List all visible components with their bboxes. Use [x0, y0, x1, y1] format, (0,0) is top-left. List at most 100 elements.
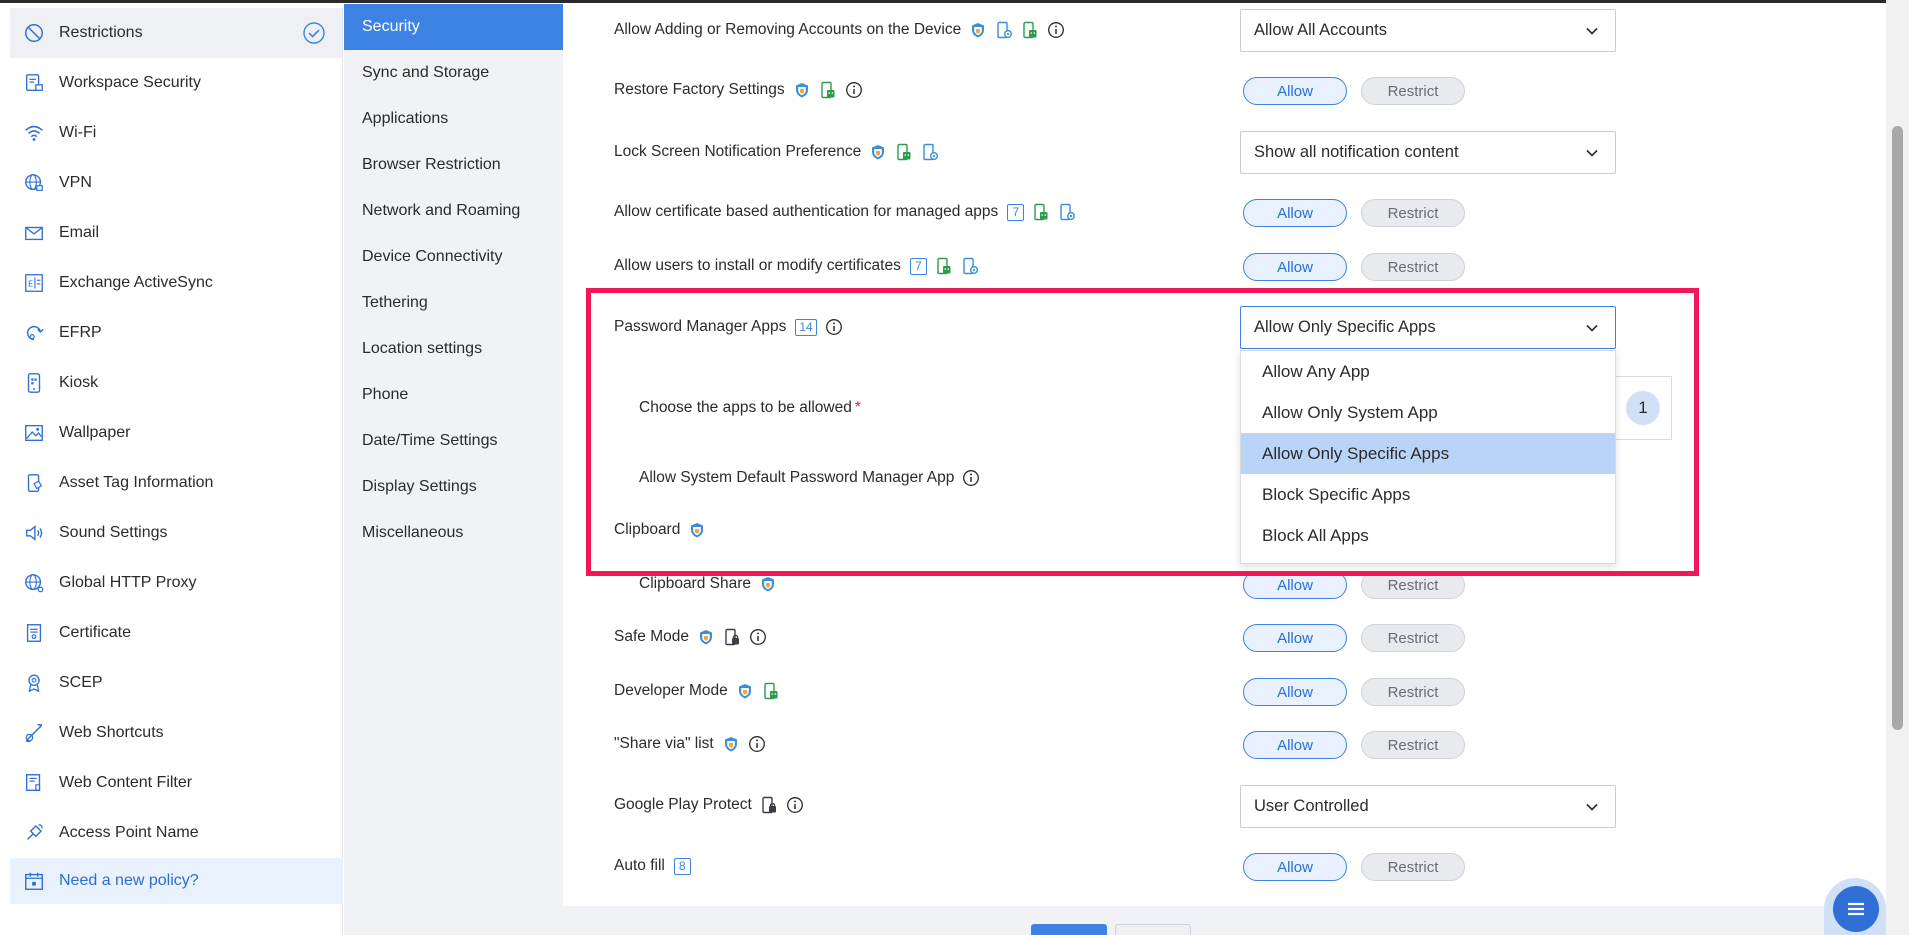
- sidebar-item-label: VPN: [59, 174, 92, 191]
- setting-label: Allow certificate based authentication f…: [614, 203, 999, 220]
- info-icon[interactable]: [748, 735, 766, 753]
- sidebar-item-sound-settings[interactable]: Sound Settings: [10, 508, 342, 558]
- nav-item-miscellaneous[interactable]: Miscellaneous: [344, 510, 563, 556]
- restrict-button[interactable]: Restrict: [1361, 77, 1465, 105]
- dropdown-option-allow-any[interactable]: Allow Any App: [1241, 351, 1615, 392]
- nav-item-applications[interactable]: Applications: [344, 96, 563, 142]
- setting-label: "Share via" list: [614, 735, 714, 752]
- restrict-button[interactable]: Restrict: [1361, 853, 1465, 881]
- allow-button[interactable]: Allow: [1243, 571, 1347, 599]
- sidebar-item-efrp[interactable]: EFRP: [10, 308, 342, 358]
- restrict-button[interactable]: Restrict: [1361, 253, 1465, 281]
- accounts-select[interactable]: Allow All Accounts: [1240, 9, 1616, 52]
- version-badge: 14: [795, 318, 817, 336]
- help-menu-fab[interactable]: [1824, 878, 1886, 935]
- allow-button[interactable]: Allow: [1243, 624, 1347, 652]
- sidebar-item-wallpaper[interactable]: Wallpaper: [10, 408, 342, 458]
- sidebar-item-kiosk[interactable]: Kiosk: [10, 358, 342, 408]
- nav-item-browser-restriction[interactable]: Browser Restriction: [344, 142, 563, 188]
- check-circle-icon: [303, 22, 325, 44]
- page-scrollbar[interactable]: [1886, 0, 1909, 935]
- nav-item-date-time[interactable]: Date/Time Settings: [344, 418, 563, 464]
- info-icon[interactable]: [962, 469, 980, 487]
- sidebar-item-label: Kiosk: [59, 374, 99, 391]
- sidebar-item-label: Access Point Name: [59, 824, 199, 841]
- workspace-shield-icon: [722, 735, 740, 753]
- nav-item-phone[interactable]: Phone: [344, 372, 563, 418]
- nav-item-network-roaming[interactable]: Network and Roaming: [344, 188, 563, 234]
- sidebar-item-workspace-security[interactable]: Workspace Security: [10, 58, 342, 108]
- sidebar-item-asset-tag[interactable]: Asset Tag Information: [10, 458, 342, 508]
- info-icon[interactable]: [845, 81, 863, 99]
- info-icon[interactable]: [749, 628, 767, 646]
- sidebar-item-wifi[interactable]: Wi-Fi: [10, 108, 342, 158]
- restrict-button[interactable]: Restrict: [1361, 571, 1465, 599]
- android-device-icon: [819, 81, 837, 99]
- allow-button[interactable]: Allow: [1243, 253, 1347, 281]
- cancel-button[interactable]: [1115, 924, 1191, 935]
- nav-item-display-settings[interactable]: Display Settings: [344, 464, 563, 510]
- workspace-shield-icon: [759, 575, 777, 593]
- apple-device-icon: [921, 143, 939, 161]
- sidebar-item-label: Asset Tag Information: [59, 474, 214, 491]
- sidebar-item-global-http-proxy[interactable]: Global HTTP Proxy: [10, 558, 342, 608]
- setting-label: Auto fill: [614, 857, 665, 874]
- scrollbar-thumb[interactable]: [1892, 126, 1903, 730]
- scep-badge-icon: [22, 671, 46, 695]
- dropdown-option-block-all[interactable]: Block All Apps: [1241, 515, 1615, 556]
- speaker-icon: [22, 521, 46, 545]
- allow-button[interactable]: Allow: [1243, 199, 1347, 227]
- version-badge: 7: [1007, 203, 1025, 221]
- restrict-button[interactable]: Restrict: [1361, 199, 1465, 227]
- dropdown-option-specific-apps[interactable]: Allow Only Specific Apps: [1241, 433, 1615, 474]
- new-policy-link[interactable]: Need a new policy?: [10, 858, 343, 904]
- device-lock-icon: [760, 796, 778, 814]
- nav-item-device-connectivity[interactable]: Device Connectivity: [344, 234, 563, 280]
- sidebar-item-web-content-filter[interactable]: Web Content Filter: [10, 758, 342, 808]
- nav-item-tethering[interactable]: Tethering: [344, 280, 563, 326]
- nav-item-security[interactable]: Security: [344, 4, 563, 50]
- info-icon[interactable]: [786, 796, 804, 814]
- sidebar-item-vpn[interactable]: VPN: [10, 158, 342, 208]
- sidebar-item-restrictions[interactable]: Restrictions: [10, 8, 342, 58]
- setting-cert-auth: Allow certificate based authentication f…: [614, 197, 1076, 227]
- setting-label: Allow users to install or modify certifi…: [614, 257, 901, 274]
- save-button[interactable]: [1031, 924, 1107, 935]
- setting-choose-apps: Choose the apps to be allowed *: [639, 393, 861, 423]
- workspace-shield-icon: [969, 21, 987, 39]
- nav-item-location-settings[interactable]: Location settings: [344, 326, 563, 372]
- restrict-button[interactable]: Restrict: [1361, 731, 1465, 759]
- sidebar-item-certificate[interactable]: Certificate: [10, 608, 342, 658]
- chevron-down-icon: [1585, 24, 1599, 38]
- sidebar-item-label: Global HTTP Proxy: [59, 574, 197, 591]
- lock-screen-select[interactable]: Show all notification content: [1240, 131, 1616, 174]
- allow-button[interactable]: Allow: [1243, 731, 1347, 759]
- dropdown-option-system-only[interactable]: Allow Only System App: [1241, 392, 1615, 433]
- restrict-button[interactable]: Restrict: [1361, 678, 1465, 706]
- link-icon: [22, 721, 46, 745]
- setting-safe-mode: Safe Mode: [614, 622, 767, 652]
- allow-button[interactable]: Allow: [1243, 77, 1347, 105]
- selected-apps-counter[interactable]: 1: [1616, 376, 1672, 440]
- play-protect-select[interactable]: User Controlled: [1240, 785, 1616, 828]
- sidebar-item-label: Restrictions: [59, 24, 143, 41]
- sidebar-item-exchange-activesync[interactable]: E Exchange ActiveSync: [10, 258, 342, 308]
- restrict-button[interactable]: Restrict: [1361, 624, 1465, 652]
- password-manager-select[interactable]: Allow Only Specific Apps: [1240, 306, 1616, 349]
- allow-button[interactable]: Allow: [1243, 853, 1347, 881]
- sidebar-item-scep[interactable]: SCEP: [10, 658, 342, 708]
- picture-icon: [22, 421, 46, 445]
- sidebar-item-label: Email: [59, 224, 100, 241]
- nav-item-sync-storage[interactable]: Sync and Storage: [344, 50, 563, 96]
- android-device-icon: [895, 143, 913, 161]
- sidebar-item-web-shortcuts[interactable]: Web Shortcuts: [10, 708, 342, 758]
- sidebar-item-email[interactable]: Email: [10, 208, 342, 258]
- info-icon[interactable]: [825, 318, 843, 336]
- calendar-icon: [22, 869, 46, 893]
- allow-button[interactable]: Allow: [1243, 678, 1347, 706]
- dropdown-option-block-specific[interactable]: Block Specific Apps: [1241, 474, 1615, 515]
- sidebar-item-access-point-name[interactable]: Access Point Name: [10, 808, 342, 858]
- setting-label: Allow Adding or Removing Accounts on the…: [614, 21, 962, 38]
- info-icon[interactable]: [1047, 21, 1065, 39]
- new-policy-label: Need a new policy?: [59, 872, 199, 889]
